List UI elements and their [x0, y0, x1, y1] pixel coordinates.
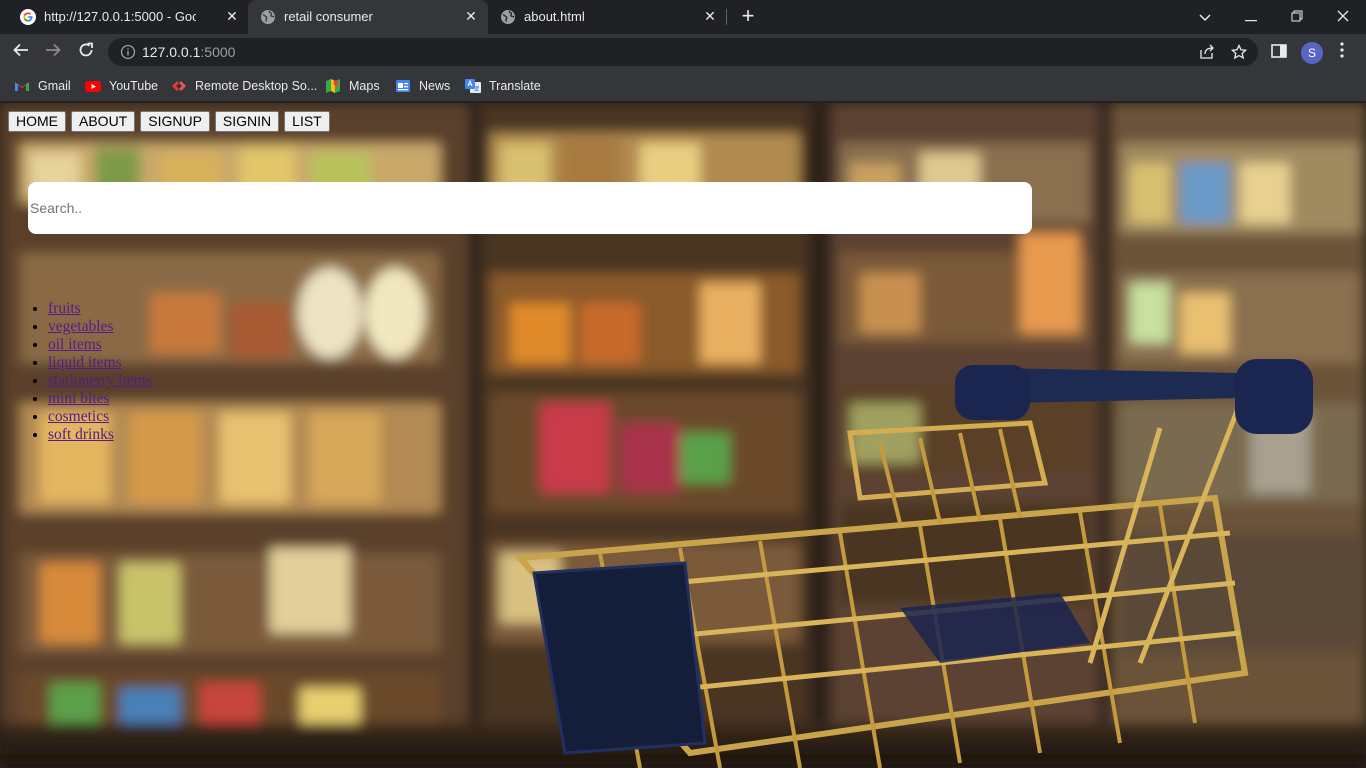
- category-link-mini-bites[interactable]: mini bites: [48, 390, 110, 407]
- share-icon[interactable]: [1198, 44, 1216, 62]
- list-item: fruits: [48, 300, 152, 318]
- tab-strip: http://127.0.0.1:5000 - Google Se ✕ reta…: [0, 0, 1366, 34]
- bookmark-label: YouTube: [109, 79, 159, 93]
- bookmark-label: Gmail: [38, 79, 71, 93]
- url-host: 127.0.0.1: [142, 44, 201, 60]
- close-tab-icon[interactable]: ✕: [463, 8, 479, 24]
- maps-icon: [326, 79, 340, 93]
- list-item: stationerry items: [48, 372, 152, 390]
- globe-icon: [501, 10, 515, 24]
- category-link-soft-drinks[interactable]: soft drinks: [48, 426, 114, 443]
- main-nav: HOME ABOUT SIGNUP SIGNIN LIST: [8, 111, 330, 132]
- category-link-oil-items[interactable]: oil items: [48, 336, 102, 353]
- bookmarks-bar: Gmail YouTube Remote Desktop So... Maps …: [0, 70, 1366, 102]
- url-port: :5000: [200, 44, 236, 60]
- profile-avatar[interactable]: S: [1301, 42, 1323, 64]
- remote-desktop-icon: [172, 81, 186, 91]
- list-item: liquid items: [48, 354, 152, 372]
- minimize-icon[interactable]: [1238, 4, 1264, 30]
- list-item: soft drinks: [48, 426, 152, 444]
- tab-title: retail consumer: [284, 9, 373, 24]
- bookmark-translate[interactable]: Translate: [465, 76, 541, 96]
- bookmark-maps[interactable]: Maps: [325, 76, 380, 96]
- tab-search-chevron-icon[interactable]: [1192, 4, 1218, 30]
- bookmark-star-icon[interactable]: [1230, 43, 1248, 62]
- translate-icon: [465, 79, 481, 93]
- bookmark-youtube[interactable]: YouTube: [85, 76, 158, 96]
- globe-icon: [261, 10, 275, 24]
- category-link-fruits[interactable]: fruits: [48, 300, 81, 317]
- tab-title: http://127.0.0.1:5000 - Google Se: [44, 9, 196, 24]
- browser-toolbar: 127.0.0.1:5000 S: [0, 34, 1366, 70]
- tab-about[interactable]: about.html ✕: [488, 0, 726, 34]
- close-tab-icon[interactable]: ✕: [224, 8, 240, 24]
- back-arrow-icon[interactable]: [8, 39, 34, 65]
- bookmark-label: Maps: [349, 79, 380, 93]
- new-tab-button[interactable]: +: [738, 5, 758, 27]
- list-item: mini bites: [48, 390, 152, 408]
- bookmark-label: Remote Desktop So...: [195, 79, 318, 93]
- nav-list-button[interactable]: LIST: [284, 111, 330, 132]
- info-icon[interactable]: [120, 44, 136, 60]
- forward-arrow-icon[interactable]: [40, 39, 66, 65]
- url-text: 127.0.0.1:5000: [142, 44, 235, 60]
- gmail-icon: [15, 82, 29, 91]
- tab-separator: [726, 9, 727, 25]
- tab-retail-consumer[interactable]: retail consumer ✕: [248, 0, 488, 34]
- restore-icon[interactable]: [1284, 4, 1310, 30]
- tab-title: about.html: [524, 9, 585, 24]
- youtube-icon: [85, 81, 101, 92]
- category-link-vegetables[interactable]: vegetables: [48, 318, 113, 335]
- close-window-icon[interactable]: [1330, 4, 1356, 30]
- nav-about-button[interactable]: ABOUT: [71, 111, 136, 132]
- nav-signin-button[interactable]: SIGNIN: [214, 111, 280, 132]
- reload-icon[interactable]: [73, 39, 99, 65]
- category-link-liquid-items[interactable]: liquid items: [48, 354, 122, 371]
- list-item: cosmetics: [48, 408, 152, 426]
- news-icon: [396, 80, 410, 92]
- address-bar[interactable]: 127.0.0.1:5000: [108, 38, 1258, 66]
- list-item: vegetables: [48, 318, 152, 336]
- tab-google-search[interactable]: http://127.0.0.1:5000 - Google Se ✕: [8, 0, 246, 34]
- menu-kebab-icon[interactable]: [1332, 39, 1352, 65]
- category-link-stationery-items[interactable]: stationerry items: [48, 372, 152, 389]
- google-g-icon: [20, 9, 36, 25]
- list-item: oil items: [48, 336, 152, 354]
- nav-home-button[interactable]: HOME: [8, 111, 66, 132]
- category-link-cosmetics[interactable]: cosmetics: [48, 408, 109, 425]
- page-viewport: HOME ABOUT SIGNUP SIGNIN LIST fruits veg…: [0, 103, 1366, 768]
- bookmark-label: Translate: [489, 79, 541, 93]
- bookmark-label: News: [419, 79, 451, 93]
- bookmark-news[interactable]: News: [395, 76, 450, 96]
- side-panel-icon[interactable]: [1266, 39, 1292, 65]
- bookmark-remote-desktop[interactable]: Remote Desktop So...: [171, 76, 317, 96]
- category-list: fruits vegetables oil items liquid items…: [48, 300, 152, 444]
- nav-signup-button[interactable]: SIGNUP: [140, 111, 210, 132]
- search-input[interactable]: [28, 182, 1032, 234]
- bookmark-gmail[interactable]: Gmail: [14, 76, 71, 96]
- close-tab-icon[interactable]: ✕: [702, 8, 718, 24]
